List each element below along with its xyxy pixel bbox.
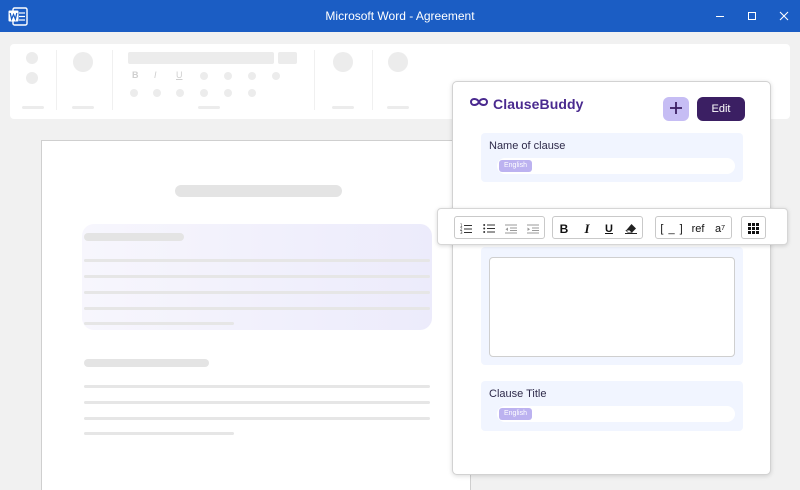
bold-button[interactable]: B [554,220,574,237]
document-page[interactable] [41,140,471,490]
ribbon-group-label [72,106,94,109]
name-of-clause-field: Name of clause English [481,133,743,182]
ribbon-placeholder-icon[interactable] [224,72,232,80]
insert-tools-group: [ _ ] ref a7 [655,216,732,239]
language-chip[interactable]: English [499,408,532,420]
grid-icon[interactable] [743,220,763,237]
ribbon-placeholder-icon[interactable] [26,72,38,84]
ribbon-placeholder-icon[interactable] [73,52,93,72]
bullet-list-icon[interactable] [479,220,499,237]
doc-text-line [84,401,430,404]
ribbon-placeholder-icon[interactable] [176,89,184,97]
numbered-list-icon[interactable]: 123 [456,220,476,237]
maximize-icon[interactable] [744,8,760,24]
minimize-icon[interactable] [712,8,728,24]
doc-text-line [84,291,430,294]
grid-tools-group [741,216,766,239]
ribbon-placeholder-icon[interactable] [200,72,208,80]
ribbon-divider [56,50,57,110]
doc-text-line [84,417,430,420]
ribbon-italic[interactable]: I [154,70,157,80]
window-title: Microsoft Word - Agreement [325,9,475,23]
ribbon-group-label [332,106,354,109]
text-format-group: B I U [552,216,643,239]
ribbon-placeholder-icon[interactable] [388,52,408,72]
ribbon-placeholder-icon[interactable] [248,72,256,80]
doc-text-line [84,385,430,388]
ribbon-placeholder-icon[interactable] [333,52,353,72]
doc-subheading-placeholder [84,359,209,367]
doc-text-line [84,322,234,325]
ribbon-placeholder-icon[interactable] [200,89,208,97]
add-clause-button[interactable] [663,97,689,121]
reference-button[interactable]: ref [688,220,708,237]
formatting-toolbar: 123 B I U [ _ ] ref a7 [437,208,788,245]
doc-text-line [84,259,430,262]
clause-body-field [481,247,743,365]
ribbon-placeholder-icon[interactable] [272,72,280,80]
underline-button[interactable]: U [599,220,619,237]
ribbon-placeholder-icon[interactable] [130,89,138,97]
close-icon[interactable] [776,8,792,24]
eraser-icon[interactable] [621,220,641,237]
ribbon-placeholder-icon[interactable] [26,52,38,64]
ribbon-divider [372,50,373,110]
ribbon-placeholder-icon[interactable] [153,89,161,97]
ribbon-group-label [22,106,44,109]
placeholder-button[interactable]: [ _ ] [659,220,685,237]
indent-icon[interactable] [523,220,543,237]
field-label: Name of clause [489,140,566,152]
clausebuddy-panel: ClauseBuddy Edit Name of clause English … [452,81,771,475]
ribbon-underline[interactable]: U [176,70,183,80]
language-chip[interactable]: English [499,160,532,172]
edit-button[interactable]: Edit [697,97,745,121]
clausebuddy-logo: ClauseBuddy [469,94,584,114]
name-of-clause-input[interactable]: English [497,158,735,174]
outdent-icon[interactable] [501,220,521,237]
ribbon-bold[interactable]: B [132,70,139,80]
superscript-button[interactable]: a7 [710,220,730,237]
doc-text-line [84,307,430,310]
ribbon-placeholder-icon[interactable] [248,89,256,97]
doc-heading-placeholder [175,185,342,197]
ribbon-placeholder-icon[interactable] [224,89,232,97]
clause-body-editor[interactable] [489,257,735,357]
svg-text:3: 3 [460,230,463,234]
ribbon-group-label [387,106,409,109]
brand-name: ClauseBuddy [493,96,584,112]
doc-subheading-placeholder [84,233,184,241]
clause-title-field: Clause Title English [481,381,743,431]
font-name-placeholder[interactable] [128,52,274,64]
title-bar: Microsoft Word - Agreement [0,0,800,32]
superscript-exponent: 7 [721,225,726,232]
plus-icon [669,101,683,118]
doc-text-line [84,432,234,435]
doc-text-line [84,275,430,278]
infinity-icon [469,95,489,113]
ribbon-divider [314,50,315,110]
list-tools-group: 123 [454,216,545,239]
font-size-placeholder[interactable] [278,52,297,64]
clause-title-input[interactable]: English [497,406,735,422]
field-label: Clause Title [489,388,547,400]
italic-button[interactable]: I [577,220,597,237]
ribbon-group-label [198,106,220,109]
ribbon-divider [112,50,113,110]
